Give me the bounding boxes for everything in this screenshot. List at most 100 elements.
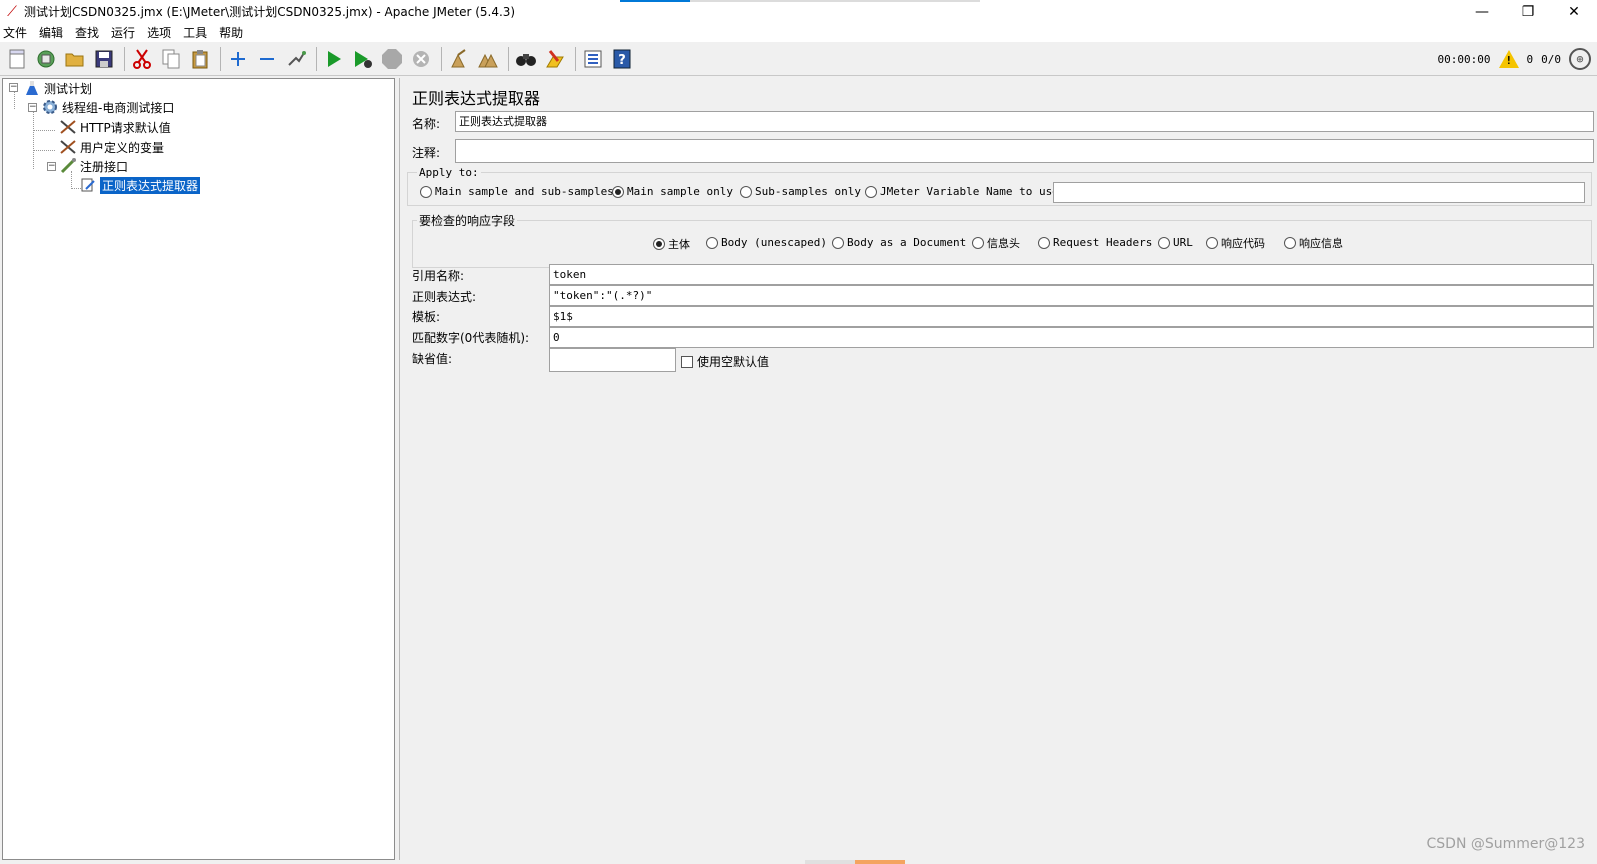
function-helper-icon[interactable] — [580, 46, 606, 72]
copy-icon[interactable] — [158, 46, 184, 72]
start-icon[interactable] — [321, 46, 347, 72]
radio-jmeter-variable[interactable]: JMeter Variable Name to use — [865, 185, 1059, 198]
tree-collapse-toggle[interactable]: − — [28, 103, 37, 112]
test-plan-icon — [23, 80, 41, 96]
shutdown-icon[interactable] — [408, 46, 434, 72]
new-icon[interactable] — [4, 46, 30, 72]
tree-node-http-defaults[interactable]: HTTP请求默认值 — [59, 118, 171, 136]
warning-icon[interactable]: ! — [1498, 50, 1519, 68]
apply-to-title: Apply to: — [417, 166, 481, 179]
template-label: 模板: — [412, 310, 441, 324]
match-no-field[interactable]: 0 — [549, 327, 1594, 348]
toolbar-separator — [508, 46, 509, 71]
close-button[interactable]: ✕ — [1551, 0, 1597, 23]
use-empty-default-checkbox[interactable]: 使用空默认值 — [681, 353, 769, 370]
menu-tools[interactable]: 工具 — [183, 24, 207, 41]
reset-search-icon[interactable] — [542, 46, 568, 72]
clear-icon[interactable] — [446, 46, 472, 72]
radio-label: 响应信息 — [1299, 237, 1343, 250]
radio-request-headers[interactable]: Request Headers — [1038, 236, 1152, 249]
warning-count: 0 — [1526, 52, 1534, 66]
radio-body-as-document[interactable]: Body as a Document — [832, 236, 966, 249]
config-tools-icon — [59, 139, 77, 155]
clear-all-icon[interactable] — [475, 46, 501, 72]
tree-node-user-vars[interactable]: 用户定义的变量 — [59, 138, 164, 156]
ref-name-label: 引用名称: — [412, 269, 465, 283]
template-field[interactable]: $1$ — [549, 306, 1594, 327]
templates-icon[interactable] — [33, 46, 59, 72]
tree-connector — [14, 91, 15, 109]
menu-edit[interactable]: 编辑 — [39, 24, 63, 41]
tree-node-label: HTTP请求默认值 — [80, 120, 171, 135]
tree-node-test-plan[interactable]: 测试计划 — [23, 79, 92, 97]
name-field[interactable]: 正则表达式提取器 — [455, 111, 1594, 132]
menu-search[interactable]: 查找 — [75, 24, 99, 41]
thread-count: 0/0 — [1541, 52, 1561, 66]
bottom-accent-gray — [805, 860, 855, 864]
menu-bar: 文件 编辑 查找 运行 选项 工具 帮助 — [0, 23, 1597, 42]
comment-field[interactable] — [455, 139, 1594, 163]
radio-dot — [865, 185, 877, 198]
tree-node-regex-extractor[interactable]: 正则表达式提取器 — [79, 175, 202, 195]
tree-node-register-sampler[interactable]: 注册接口 — [59, 157, 128, 175]
match-no-label: 匹配数字(0代表随机): — [412, 331, 530, 345]
radio-url[interactable]: URL — [1158, 236, 1193, 249]
tree-connector — [33, 130, 55, 131]
start-no-pause-icon[interactable] — [350, 46, 376, 72]
toolbar-separator — [441, 46, 442, 71]
title-accent-stripe-gray — [690, 0, 980, 2]
radio-label: Main sample and sub-samples — [435, 185, 614, 198]
window-title: 测试计划CSDN0325.jmx (E:\JMeter\测试计划CSDN0325… — [24, 5, 516, 19]
tree-collapse-toggle[interactable]: − — [9, 83, 18, 92]
csdn-watermark: CSDN @Summer@123 — [1426, 836, 1586, 852]
tree-connector — [33, 150, 55, 151]
menu-options[interactable]: 选项 — [147, 24, 171, 41]
radio-response-message[interactable]: 响应信息 — [1284, 235, 1343, 251]
test-plan-tree: − 测试计划 − 线程组-电商测试接口 HTTP请求默认值 用户定义的变量 − … — [2, 78, 395, 860]
toolbar-separator — [316, 46, 317, 71]
radio-sub-only[interactable]: Sub-samples only — [740, 185, 861, 198]
radio-body[interactable]: 主体 — [653, 236, 690, 252]
menu-file[interactable]: 文件 — [3, 24, 27, 41]
cut-icon[interactable] — [129, 46, 155, 72]
radio-headers[interactable]: 信息头 — [972, 235, 1020, 251]
minimize-button[interactable]: — — [1459, 0, 1505, 23]
toggle-icon[interactable] — [283, 46, 309, 72]
menu-help[interactable]: 帮助 — [219, 24, 243, 41]
paste-icon[interactable] — [187, 46, 213, 72]
radio-label: Body (unescaped) — [721, 236, 827, 249]
radio-dot — [832, 236, 844, 249]
ref-name-field[interactable]: token — [549, 264, 1594, 285]
expand-icon[interactable] — [225, 46, 251, 72]
default-value-field[interactable] — [549, 348, 676, 372]
radio-body-unescaped[interactable]: Body (unescaped) — [706, 236, 827, 249]
radio-main-and-sub[interactable]: Main sample and sub-samples — [420, 185, 614, 198]
radio-main-only[interactable]: Main sample only — [612, 185, 733, 198]
collapse-icon[interactable] — [254, 46, 280, 72]
tree-collapse-toggle[interactable]: − — [47, 162, 56, 171]
radio-label: Sub-samples only — [755, 185, 861, 198]
regex-extractor-editor: 正则表达式提取器 名称: 正则表达式提取器 注释: Apply to: Main… — [400, 78, 1597, 860]
save-icon[interactable] — [91, 46, 117, 72]
radio-dot — [1206, 237, 1218, 249]
remote-engines-icon[interactable]: ⊕ — [1569, 48, 1591, 70]
config-tools-icon — [59, 119, 77, 135]
search-icon[interactable] — [513, 46, 539, 72]
sampler-pipette-icon — [59, 158, 77, 174]
radio-dot — [420, 185, 432, 198]
radio-label: 响应代码 — [1221, 237, 1265, 250]
menu-run[interactable]: 运行 — [111, 24, 135, 41]
radio-dot-selected — [653, 238, 665, 250]
radio-response-code[interactable]: 响应代码 — [1206, 235, 1265, 251]
radio-label: 主体 — [668, 238, 690, 251]
radio-dot — [1158, 236, 1170, 249]
tree-node-thread-group[interactable]: 线程组-电商测试接口 — [41, 98, 174, 116]
restore-button[interactable]: ❐ — [1505, 0, 1551, 23]
tree-node-label: 注册接口 — [80, 159, 129, 174]
default-value-label: 缺省值: — [412, 352, 453, 366]
stop-icon[interactable] — [379, 46, 405, 72]
open-icon[interactable] — [62, 46, 88, 72]
jmeter-variable-name-field[interactable] — [1053, 182, 1585, 203]
help-icon[interactable]: ? — [609, 46, 635, 72]
regex-field[interactable]: "token":"(.*?)" — [549, 285, 1594, 306]
